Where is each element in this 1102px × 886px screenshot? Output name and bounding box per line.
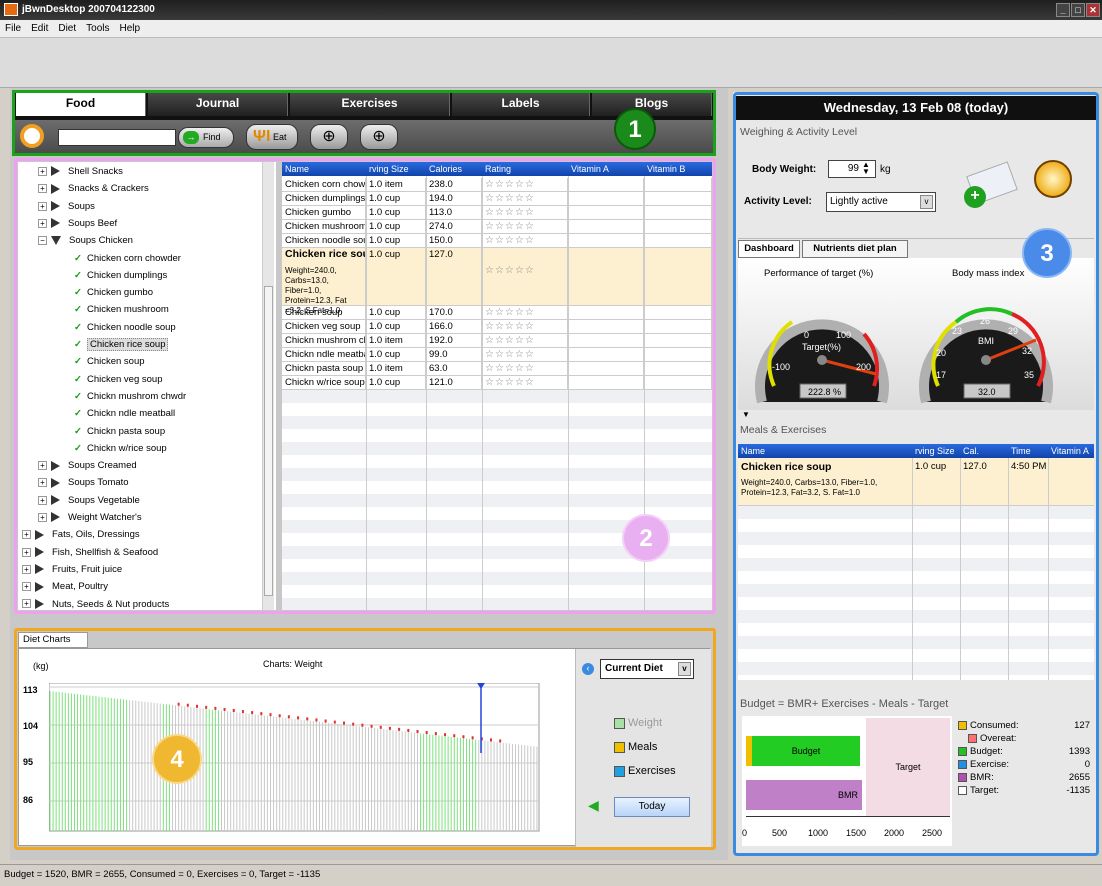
badge-2: 2	[622, 514, 670, 562]
status-bar: Budget = 1520, BMR = 2655, Consumed = 0,…	[0, 864, 1102, 886]
toolbar-area	[0, 38, 1102, 88]
menu-bar: File Edit Diet Tools Help	[0, 20, 1102, 38]
menu-tools[interactable]: Tools	[81, 20, 114, 34]
app-icon	[4, 3, 18, 16]
region-2-outline	[14, 158, 716, 614]
menu-file[interactable]: File	[0, 20, 26, 34]
menu-diet[interactable]: Diet	[53, 20, 81, 34]
badge-3: 3	[1022, 228, 1072, 278]
menu-help[interactable]: Help	[115, 20, 146, 34]
window-title: jBwnDesktop 200704122300	[22, 4, 155, 15]
maximize-button[interactable]: □	[1071, 3, 1085, 17]
menu-edit[interactable]: Edit	[26, 20, 53, 34]
badge-1: 1	[614, 108, 656, 150]
close-button[interactable]: ✕	[1086, 3, 1100, 17]
region-3-outline	[733, 92, 1099, 856]
region-1-outline	[12, 90, 716, 156]
region-4-outline	[14, 628, 716, 850]
minimize-button[interactable]: _	[1056, 3, 1070, 17]
title-bar: jBwnDesktop 200704122300 _ □ ✕	[0, 0, 1102, 20]
badge-4: 4	[152, 734, 202, 784]
